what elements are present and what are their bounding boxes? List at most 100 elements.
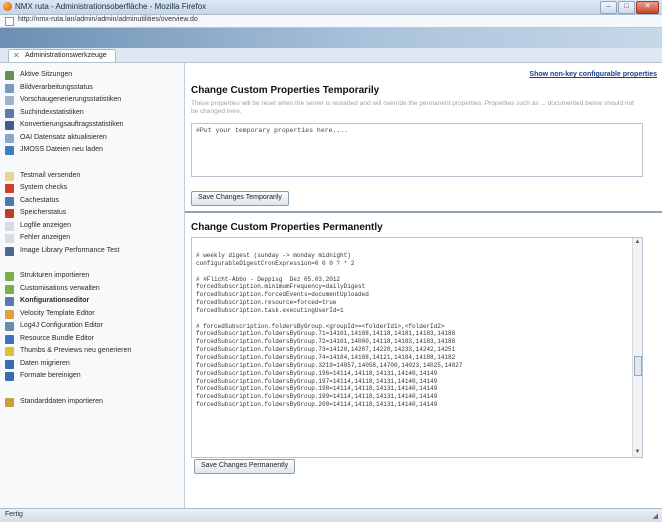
close-button[interactable]: ✕	[636, 1, 659, 14]
sidebar-item-label: Image Library Performance Test	[20, 246, 120, 254]
property-line: configurableDigestCronExpression=0 0 0 ?…	[196, 259, 355, 267]
property-line: forcedSubscription.foldersByGroup.71=141…	[196, 330, 456, 338]
status-bar: Fertig ◢	[0, 508, 662, 522]
sidebar-item[interactable]: Thumbs & Previews neu generieren	[0, 345, 184, 358]
sidebar-item[interactable]: OAI Datensatz aktualisieren	[0, 132, 184, 145]
window-title: NMX ruta - Administrationsoberfläche - M…	[15, 2, 207, 11]
sidebar-item-label: Log4J Configuration Editor	[20, 322, 103, 329]
property-line	[196, 315, 626, 323]
sidebar-item[interactable]: Log4J Configuration Editor	[0, 320, 184, 333]
perm-scrollbar[interactable]: ▲ ▼	[632, 238, 642, 457]
sidebar-item[interactable]: Aktive Sitzungen	[0, 69, 184, 82]
status-text: Fertig	[5, 511, 23, 518]
sidebar-item-label: Customisations verwalten	[20, 284, 100, 292]
sidebar-item-label: JMOSS Dateien neu laden	[20, 146, 103, 153]
sidebar-item[interactable]: Standarddaten importieren	[0, 396, 184, 409]
velocity-icon	[5, 309, 14, 319]
property-line	[196, 268, 626, 276]
tab-admin-tools[interactable]: ✕ Administrationswerkzeuge	[8, 49, 116, 62]
property-line: forcedSubscription.foldersByGroup.74=141…	[196, 353, 456, 361]
sidebar-item-label: Formate bereinigen	[20, 372, 81, 379]
sidebar-item-label: Standarddaten importieren	[20, 397, 103, 405]
show-non-key-properties-link[interactable]: Show non-key configurable properties	[529, 71, 657, 78]
sidebar-item[interactable]: JMOSS Dateien neu laden	[0, 144, 184, 157]
property-line: forcedSubscription.foldersByGroup.73=141…	[196, 346, 456, 354]
sidebar-item[interactable]: Customisations verwalten	[0, 283, 184, 296]
window-titlebar: NMX ruta - Administrationsoberfläche - M…	[0, 0, 662, 15]
sidebar-item-label: Vorschaugenerierungsstatistiken	[20, 96, 122, 103]
tab-label: Administrationswerkzeuge	[25, 52, 107, 59]
property-line: forcedSubscription.foldersByGroup.196=14…	[196, 369, 438, 377]
sidebar-item[interactable]: Vorschaugenerierungsstatistiken	[0, 94, 184, 107]
resource-bundle-icon	[5, 334, 14, 344]
temp-properties-description: These properties will be reset when the …	[191, 100, 634, 115]
sidebar-item[interactable]: Konfigurationseditor	[0, 295, 184, 308]
sidebar-item[interactable]: Fehler anzeigen	[0, 232, 184, 245]
import-structure-icon	[5, 272, 14, 281]
resize-grip-icon[interactable]: ◢	[653, 512, 658, 520]
sidebar-item-label: Bildverarbeitungsstatus	[20, 83, 93, 91]
sidebar-item[interactable]: System checks	[0, 182, 184, 195]
sidebar-item-label: Thumbs & Previews neu generieren	[20, 347, 132, 354]
maximize-button[interactable]: □	[618, 1, 635, 14]
scroll-down-icon[interactable]: ▼	[634, 449, 641, 456]
scroll-thumb[interactable]	[634, 356, 642, 376]
sidebar-item[interactable]: Logfile anzeigen	[0, 220, 184, 233]
perm-properties-heading: Change Custom Properties Permanently	[191, 222, 383, 233]
sidebar-item[interactable]: Cachestatus	[0, 195, 184, 208]
sidebar-item-label: Strukturen importieren	[20, 272, 90, 279]
sidebar-item[interactable]: Konvertierungsauftragsstatistiken	[0, 119, 184, 132]
search-icon	[5, 108, 14, 118]
sidebar-item[interactable]: Testmail versenden	[0, 170, 184, 183]
reload-icon	[5, 146, 14, 155]
sidebar-item-label: Aktive Sitzungen	[20, 71, 73, 78]
sidebar-item[interactable]: Formate bereinigen	[0, 370, 184, 383]
main-panel: Show non-key configurable properties Cha…	[185, 63, 662, 508]
perm-properties-textarea[interactable]: # weekly digest (sunday -> monday midnig…	[191, 237, 643, 458]
system-check-icon	[5, 184, 14, 193]
sidebar-item[interactable]: Bildverarbeitungsstatus	[0, 82, 184, 95]
formats-icon	[5, 372, 14, 381]
sidebar-item[interactable]: Resource Bundle Editor	[0, 333, 184, 346]
sidebar-item[interactable]: Image Library Performance Test	[0, 245, 184, 258]
property-line: forcedSubscription.forcedEvents=document…	[196, 291, 369, 299]
sidebar-item-label: Fehler anzeigen	[20, 234, 71, 241]
save-temporarily-button[interactable]: Save Changes Temporarily	[191, 191, 289, 206]
save-permanently-button[interactable]: Save Changes Permanently	[194, 459, 296, 474]
config-editor-icon	[5, 297, 14, 306]
log4j-icon	[5, 322, 14, 331]
property-line: forcedSubscription.foldersByGroup.3219=1…	[196, 361, 463, 369]
sidebar-item[interactable]: Speicherstatus	[0, 207, 184, 220]
property-line: forcedSubscription.minimumFrequency=dail…	[196, 283, 366, 291]
temp-properties-heading: Change Custom Properties Temporarily	[191, 85, 380, 96]
thumbs-icon	[5, 347, 14, 356]
property-line: forcedSubscription.foldersByGroup.200=14…	[196, 401, 438, 409]
oai-icon	[5, 133, 14, 143]
sidebar-item[interactable]: Velocity Template Editor	[0, 308, 184, 321]
sidebar-item-label: Velocity Template Editor	[20, 309, 95, 317]
temp-properties-textarea[interactable]: #Put your temporary properties here....	[191, 123, 643, 177]
property-line: forcedSubscription.foldersByGroup.197=14…	[196, 377, 438, 385]
page-icon	[5, 17, 14, 26]
sidebar-item-label: Cachestatus	[20, 196, 59, 204]
memory-icon	[5, 209, 14, 218]
perm-properties-content: # weekly digest (sunday -> monday midnig…	[196, 252, 626, 409]
minimize-button[interactable]: –	[600, 1, 617, 14]
url-text[interactable]: http://nmx-ruta.lan/admin/admin/adminuti…	[18, 16, 198, 23]
property-line: # forcedSubscription.foldersByGroup.<gro…	[196, 322, 445, 330]
customise-icon	[5, 284, 14, 294]
standard-data-icon	[5, 397, 14, 407]
sidebar-item-label: Konvertierungsauftragsstatistiken	[20, 121, 124, 128]
sidebar-item[interactable]: Strukturen importieren	[0, 270, 184, 283]
address-bar[interactable]: http://nmx-ruta.lan/admin/admin/adminuti…	[0, 15, 662, 28]
property-line: forcedSubscription.foldersByGroup.72=141…	[196, 338, 456, 346]
sidebar-item-label: Logfile anzeigen	[20, 221, 71, 229]
migrate-icon	[5, 359, 14, 369]
sidebar-item-label: Konfigurationseditor	[20, 297, 90, 304]
sidebar-item-label: OAI Datensatz aktualisieren	[20, 133, 107, 141]
section-divider	[185, 211, 662, 213]
property-line: forcedSubscription.resource=forced=true	[196, 299, 337, 307]
sidebar-item[interactable]: Daten migrieren	[0, 358, 184, 371]
scroll-up-icon[interactable]: ▲	[634, 239, 641, 246]
sidebar-item[interactable]: Suchindexstatistiken	[0, 107, 184, 120]
